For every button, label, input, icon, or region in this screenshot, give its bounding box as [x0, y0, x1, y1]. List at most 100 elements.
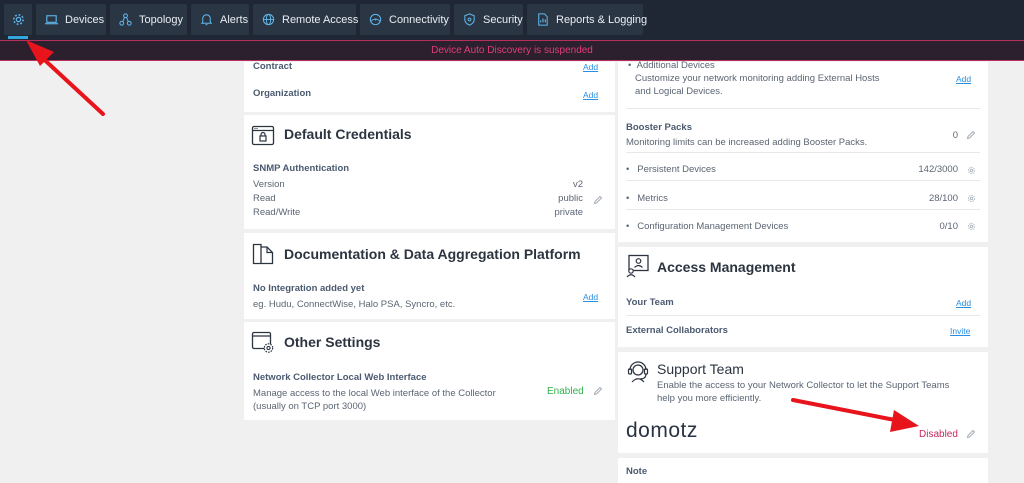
note-card: Note: [618, 458, 988, 483]
additional-devices-add-link[interactable]: Add: [956, 74, 971, 84]
contract-organization-card: Contract Add Organization Add: [244, 61, 615, 112]
metrics-value: 28/100: [928, 193, 958, 204]
nav-reports-logging[interactable]: Reports & Logging: [527, 4, 647, 35]
external-collaborators-invite-link[interactable]: Invite: [950, 326, 970, 336]
support-team-desc-1: Enable the access to your Network Collec…: [657, 380, 950, 391]
banner-text: Device Auto Discovery is suspended: [431, 45, 593, 56]
divider: [626, 315, 980, 316]
settings-window-icon: [251, 331, 274, 353]
additional-devices-label: • Additional Devices: [628, 60, 715, 71]
persistent-devices-value: 142/3000: [918, 164, 958, 175]
snmp-read-value: public: [558, 193, 583, 204]
snmp-read-key: Read: [253, 193, 276, 204]
local-web-interface-label: Network Collector Local Web Interface: [253, 372, 427, 383]
globe-icon: [262, 13, 275, 26]
shield-icon: [464, 13, 475, 26]
local-web-interface-desc-2: (usually on TCP port 3000): [253, 401, 367, 412]
contract-add-link[interactable]: Add: [583, 62, 598, 72]
access-management-icon: [626, 254, 649, 278]
booster-packs-desc: Monitoring limits can be increased addin…: [626, 137, 868, 148]
additional-devices-desc-2: and Logical Devices.: [635, 86, 723, 97]
domotz-logo: domotz: [626, 419, 698, 442]
other-settings-title: Other Settings: [284, 334, 381, 350]
connectivity-icon: [369, 13, 382, 26]
headset-icon: [627, 361, 649, 383]
top-navigation-bar: Devices Topology Alerts Remote Access Co…: [0, 0, 1024, 40]
config-management-value: 0/10: [939, 221, 959, 232]
metrics-row: • Metrics: [626, 193, 668, 204]
snmp-version-value: v2: [572, 179, 583, 190]
config-management-row: • Configuration Management Devices: [626, 221, 789, 232]
nav-alerts-label: Alerts: [220, 13, 249, 26]
report-icon: [538, 13, 548, 26]
organization-add-link[interactable]: Add: [583, 90, 598, 100]
edit-local-web-interface-pencil-icon[interactable]: [593, 386, 603, 396]
snmp-version-key: Version: [253, 179, 285, 190]
divider: [626, 180, 980, 181]
config-management-label: Configuration Management Devices: [637, 221, 789, 232]
persistent-devices-gear-icon[interactable]: [967, 166, 976, 175]
nav-devices-label: Devices: [65, 13, 105, 26]
default-credentials-card: Default Credentials SNMP Authentication …: [244, 115, 615, 229]
laptop-icon: [44, 15, 59, 25]
documentation-card: Documentation & Data Aggregation Platfor…: [244, 233, 615, 319]
nav-remote-access-label: Remote Access: [282, 13, 359, 26]
metrics-gear-icon[interactable]: [967, 194, 976, 203]
snmp-readwrite-value: private: [554, 207, 583, 218]
settings-button[interactable]: [4, 4, 32, 39]
divider: [626, 108, 980, 109]
bell-icon: [200, 14, 213, 26]
nav-security[interactable]: Security: [454, 4, 523, 35]
other-settings-card: Other Settings Network Collector Local W…: [244, 322, 615, 420]
nav-reports-logging-label: Reports & Logging: [556, 13, 648, 26]
booster-packs-count: 0: [952, 130, 958, 141]
auto-discovery-banner: Device Auto Discovery is suspended: [0, 40, 1024, 61]
note-label: Note: [626, 466, 648, 477]
edit-support-team-pencil-icon[interactable]: [966, 429, 976, 439]
nav-connectivity-label: Connectivity: [389, 13, 449, 26]
nav-topology-label: Topology: [139, 13, 184, 26]
support-team-card: Support Team Enable the access to your N…: [618, 352, 988, 453]
access-management-title: Access Management: [657, 259, 796, 275]
divider: [626, 152, 980, 153]
nav-remote-access[interactable]: Remote Access: [253, 4, 359, 35]
nav-devices[interactable]: Devices: [36, 4, 106, 35]
monitoring-limits-card: • Additional Devices Customize your netw…: [618, 60, 988, 242]
default-credentials-title: Default Credentials: [284, 126, 412, 142]
support-team-status: Disabled: [919, 429, 958, 440]
snmp-authentication-label: SNMP Authentication: [253, 163, 350, 174]
nav-security-label: Security: [483, 13, 523, 26]
documentation-title: Documentation & Data Aggregation Platfor…: [284, 246, 581, 262]
gear-icon: [12, 14, 24, 25]
credentials-icon: [251, 125, 275, 146]
support-team-title: Support Team: [657, 361, 744, 377]
additional-devices-desc-1: Customize your network monitoring adding…: [635, 73, 880, 84]
metrics-label: Metrics: [637, 193, 668, 204]
organization-label: Organization: [253, 88, 312, 99]
additional-devices-label-text: Additional Devices: [636, 60, 715, 71]
your-team-label: Your Team: [626, 297, 674, 308]
booster-packs-label: Booster Packs: [626, 122, 693, 133]
nav-connectivity[interactable]: Connectivity: [360, 4, 450, 35]
nav-topology[interactable]: Topology: [110, 4, 187, 35]
edit-credentials-pencil-icon[interactable]: [593, 195, 603, 205]
persistent-devices-row: • Persistent Devices: [626, 164, 716, 175]
local-web-interface-desc-1: Manage access to the local Web interface…: [253, 388, 496, 399]
documentation-icon: [252, 243, 274, 265]
integration-examples-text: eg. Hudu, ConnectWise, Halo PSA, Syncro,…: [253, 299, 456, 310]
external-collaborators-label: External Collaborators: [626, 325, 728, 336]
no-integration-label: No Integration added yet: [253, 283, 365, 294]
support-team-desc-2: help you more efficiently.: [657, 393, 762, 404]
local-web-interface-status: Enabled: [547, 386, 584, 397]
topology-icon: [119, 13, 132, 26]
your-team-add-link[interactable]: Add: [956, 298, 971, 308]
snmp-readwrite-key: Read/Write: [253, 207, 301, 218]
persistent-devices-label: Persistent Devices: [637, 164, 716, 175]
nav-alerts[interactable]: Alerts: [191, 4, 249, 35]
access-management-card: Access Management Your Team Add External…: [618, 247, 988, 347]
config-management-gear-icon[interactable]: [967, 222, 976, 231]
contract-label: Contract: [253, 61, 293, 72]
edit-booster-packs-pencil-icon[interactable]: [966, 130, 976, 140]
integration-add-link[interactable]: Add: [583, 292, 598, 302]
divider: [626, 209, 980, 210]
